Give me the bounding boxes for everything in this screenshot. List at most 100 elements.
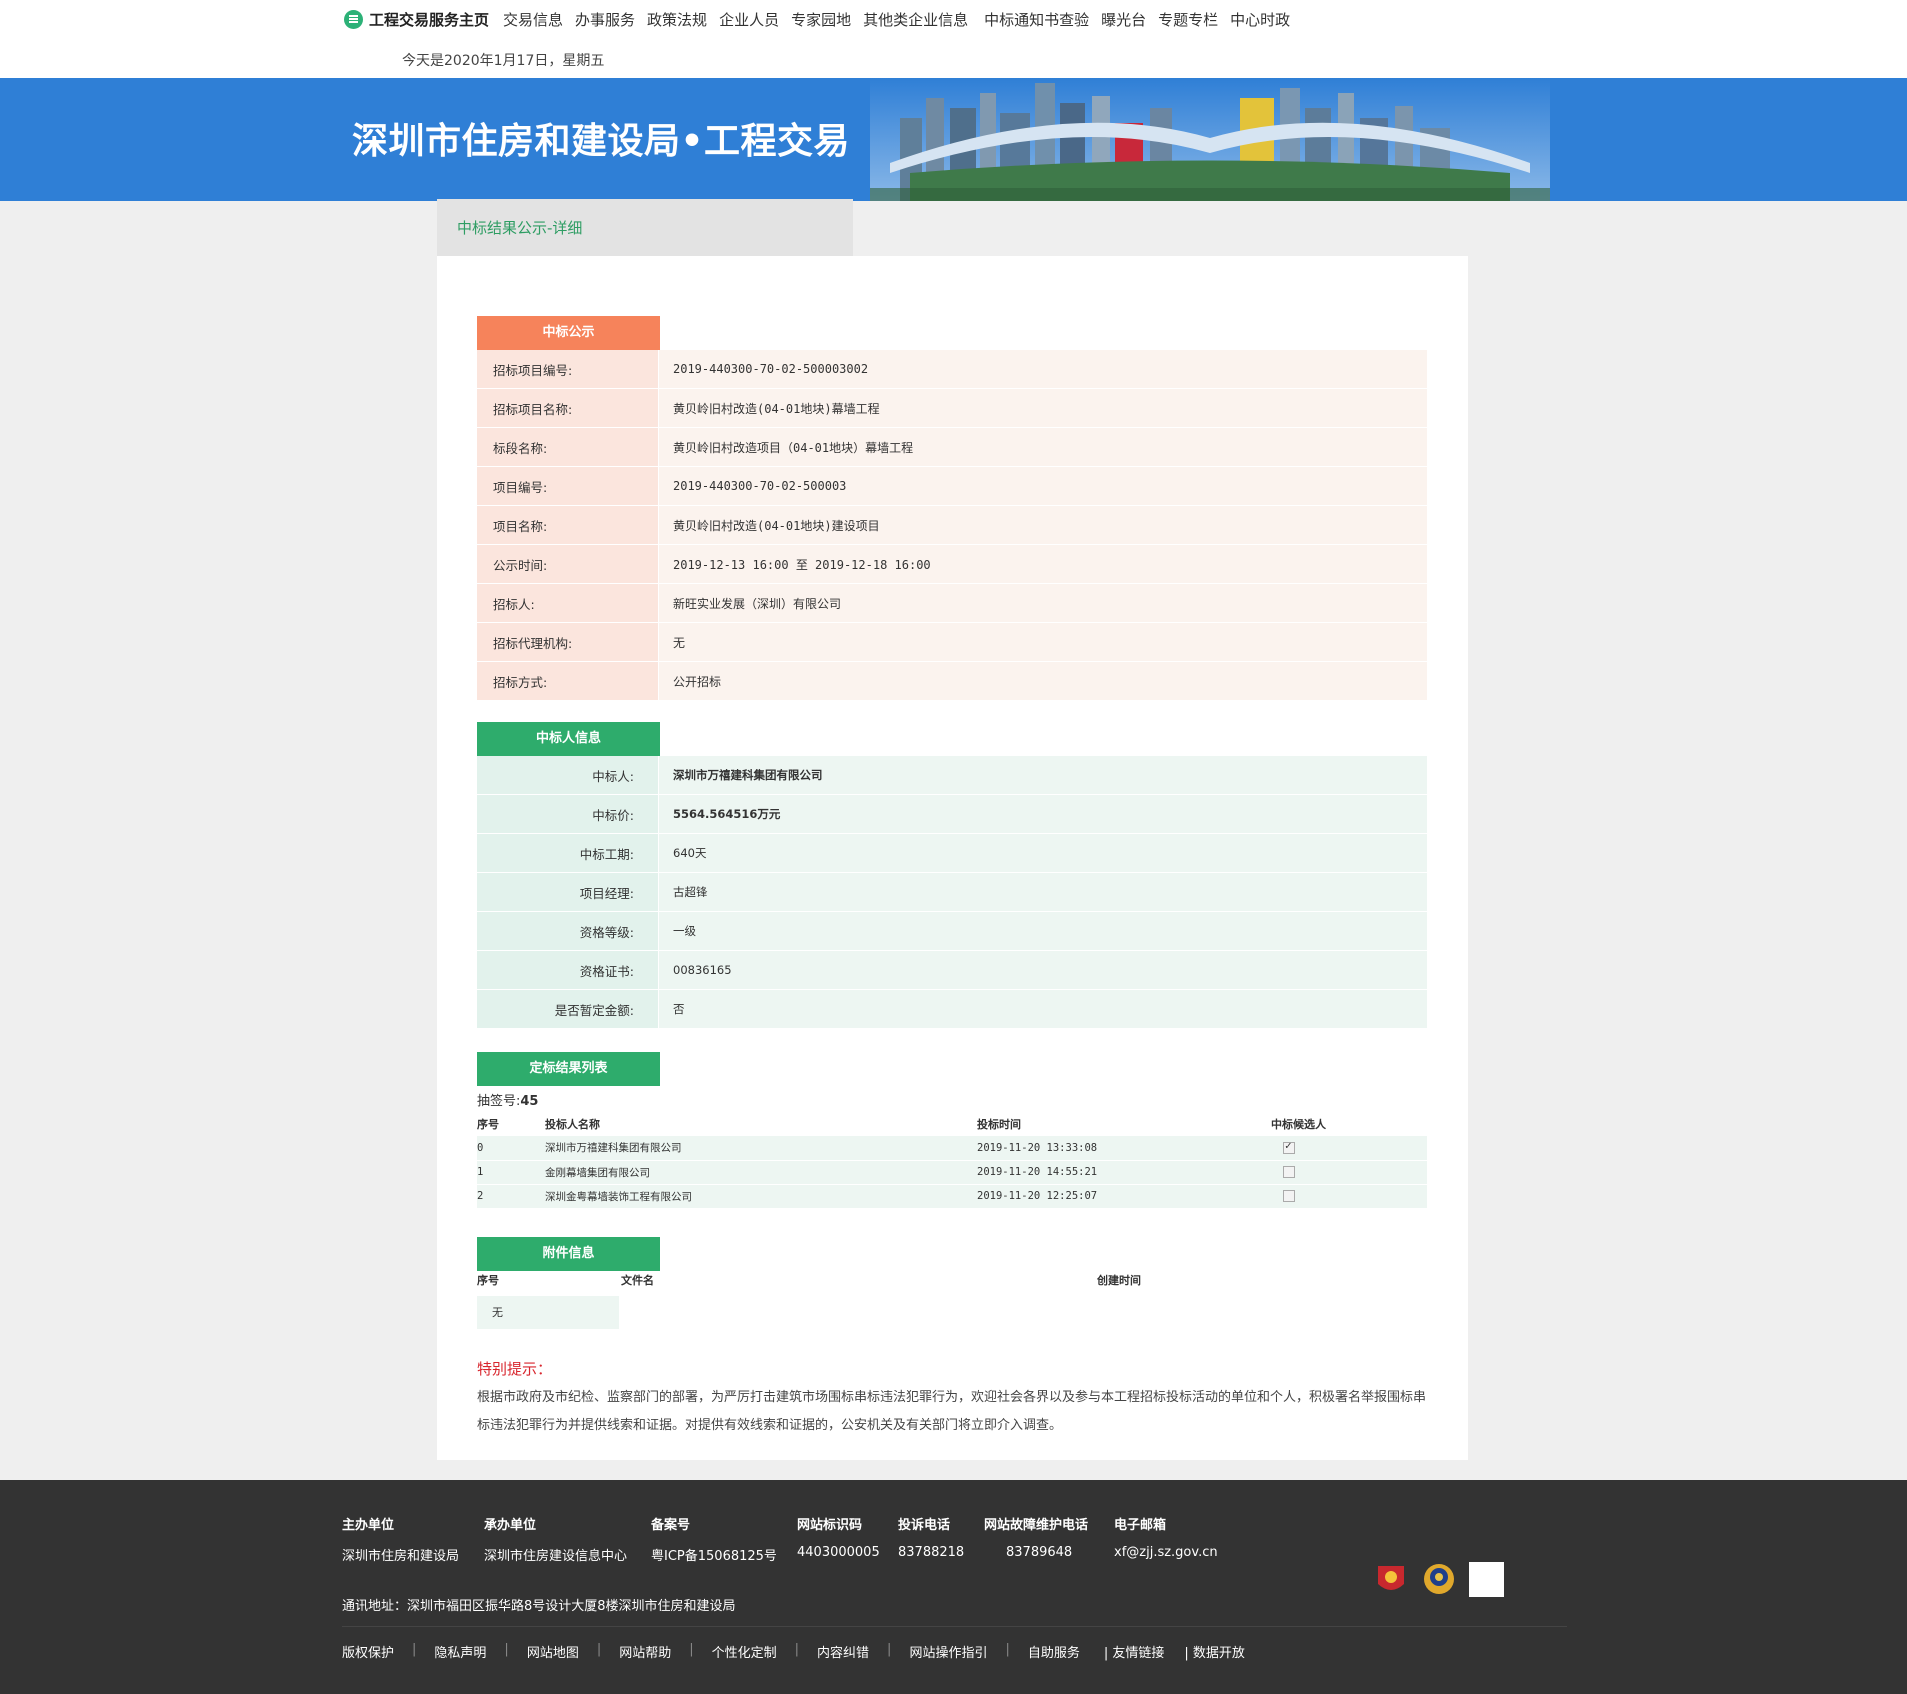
footer-link-open-data[interactable]: | 数据开放 [1184,1642,1245,1661]
field-label: 招标方式: [477,662,659,701]
footer-organizer: 深圳市住房建设信息中心 [484,1549,628,1564]
breadcrumb-tab: 中标结果公示-详细 [437,199,853,256]
nav-link-news[interactable]: 中心时政 [1230,9,1290,30]
footer-sponsor: 深圳市住房和建设局 [342,1549,460,1564]
footer-head-site-id: 网站标识码 [797,1518,863,1533]
gov-site-badge-icon[interactable] [1469,1562,1504,1597]
field-value: 2019-440300-70-02-500003002 [659,350,1427,389]
field-label: 中标人: [477,756,659,795]
section-tab-result-list: 定标结果列表 [477,1052,660,1086]
table-row: 资格证书: 00836165 [477,951,1427,990]
cell-candidate [1271,1184,1427,1209]
footer-link-self-service[interactable]: 自助服务 [1028,1642,1080,1661]
footer-maintenance-phone: 83789648 [1006,1545,1073,1560]
field-value: 640天 [659,834,1427,873]
col-header-bidder: 投标人名称 [545,1118,600,1131]
cell-name: 金刚幕墙集团有限公司 [545,1160,977,1185]
city-skyline-illustration [870,78,1550,201]
footer-head-email: 电子邮箱 [1114,1518,1167,1533]
award-notice-table: 招标项目编号: 2019-440300-70-02-500003002 招标项目名称… [477,350,1427,701]
footer-head-maintenance: 网站故障维护电话 [984,1518,1089,1533]
cell-candidate [1271,1160,1427,1185]
nav-link-experts[interactable]: 专家园地 [791,9,851,30]
field-label: 资格证书: [477,951,659,990]
nav-home-link[interactable]: 工程交易服务主页 [369,9,489,30]
field-value: 深圳市万禧建科集团有限公司 [659,756,1427,795]
lot-label: 抽签号: [477,1094,521,1109]
section-tab-winner-info: 中标人信息 [477,722,660,756]
header-banner: 深圳市住房和建设局•工程交易 [0,78,1907,201]
cell-time: 2019-11-20 14:55:21 [977,1160,1271,1185]
nav-link-notice-check[interactable]: 中标通知书查验 [984,9,1089,30]
footer-link-sitemap[interactable]: 网站地图 [527,1642,579,1661]
field-label: 中标价: [477,795,659,834]
footer-link-customize[interactable]: 个性化定制 [712,1642,777,1661]
footer: 主办单位 深圳市住房和建设局 承办单位 深圳市住房建设信息中心 备案号 粤ICP… [0,1480,1907,1694]
field-label: 项目经理: [477,873,659,912]
menu-icon[interactable] [344,9,363,29]
footer-link-copyright[interactable]: 版权保护 [342,1642,394,1661]
cell-index: 2 [477,1184,545,1209]
footer-site-id: 4403000005 [797,1545,880,1560]
footer-link-help[interactable]: 网站帮助 [619,1642,671,1661]
field-label: 招标代理机构: [477,623,659,662]
field-value: 2019-440300-70-02-500003 [659,467,1427,506]
footer-head-organizer: 承办单位 [484,1518,537,1533]
field-value: 古超锋 [659,873,1427,912]
nav-link-services[interactable]: 办事服务 [575,9,635,30]
cell-name: 深圳金粤幕墙装饰工程有限公司 [545,1184,977,1209]
footer-link-privacy[interactable]: 隐私声明 [434,1642,486,1661]
table-row: 项目经理: 古超锋 [477,873,1427,912]
table-row: 招标人: 新旺实业发展（深圳）有限公司 [477,584,1427,623]
footer-separator: | [504,1642,509,1657]
cell-index: 0 [477,1136,545,1161]
nav-link-policy[interactable]: 政策法规 [647,9,707,30]
table-row: 招标项目名称: 黄贝岭旧村改造(04-01地块)幕墙工程 [477,389,1427,428]
field-label: 招标项目编号: [477,350,659,389]
nav-row: 工程交易服务主页 交易信息 办事服务 政策法规 企业人员 专家园地 其他类企业信… [344,7,1302,31]
table-row: 1 金刚幕墙集团有限公司 2019-11-20 14:55:21 [477,1160,1427,1185]
col-header-bid-time: 投标时间 [977,1118,1021,1131]
attach-col-index: 序号 [477,1274,499,1287]
footer-link-guide[interactable]: 网站操作指引 [909,1642,987,1661]
footer-complaint-phone: 83788218 [898,1545,965,1560]
section-tab-attachments: 附件信息 [477,1237,660,1271]
cell-time: 2019-11-20 13:33:08 [977,1136,1271,1161]
field-value: 黄贝岭旧村改造(04-01地块)幕墙工程 [659,389,1427,428]
footer-link-error-report[interactable]: 内容纠错 [817,1642,869,1661]
footer-separator: | [596,1642,602,1657]
candidate-checkbox[interactable] [1283,1166,1295,1178]
breadcrumb: 中标结果公示-详细 [457,219,583,237]
field-value: 5564.564516万元 [659,795,1427,834]
table-row: 中标价: 5564.564516万元 [477,795,1427,834]
nav-link-topics[interactable]: 专题专栏 [1158,9,1218,30]
table-row: 2 深圳金粤幕墙装饰工程有限公司 2019-11-20 12:25:07 [477,1184,1427,1209]
candidate-checkbox[interactable] [1283,1190,1295,1202]
nav-link-enterprises[interactable]: 企业人员 [719,9,779,30]
field-label: 是否暂定金额: [477,990,659,1029]
footer-email[interactable]: xf@zjj.sz.gov.cn [1114,1545,1218,1560]
party-emblem-icon[interactable] [1376,1562,1406,1596]
footer-separator: | [887,1642,892,1657]
table-row: 项目名称: 黄贝岭旧村改造(04-01地块)建设项目 [477,506,1427,545]
field-value: 无 [659,623,1427,662]
table-row: 资格等级: 一级 [477,912,1427,951]
footer-divider [342,1626,1567,1627]
table-row: 招标代理机构: 无 [477,623,1427,662]
footer-icp[interactable]: 粤ICP备15068125号 [651,1545,777,1564]
nav-link-trade-info[interactable]: 交易信息 [503,9,563,30]
col-header-index: 序号 [477,1118,499,1131]
field-value: 00836165 [659,951,1427,990]
police-badge-icon[interactable] [1422,1562,1456,1596]
nav-link-other-enterprises[interactable]: 其他类企业信息 [863,9,968,30]
lot-value: 45 [520,1094,539,1109]
col-header-candidate: 中标候选人 [1271,1118,1326,1131]
table-row: 是否暂定金额: 否 [477,990,1427,1029]
footer-link-friends[interactable]: | 友情链接 [1104,1642,1165,1661]
nav-link-exposure[interactable]: 曝光台 [1101,9,1146,30]
table-row: 中标人: 深圳市万禧建科集团有限公司 [477,756,1427,795]
site-title: 深圳市住房和建设局•工程交易 [352,121,851,162]
candidate-checkbox[interactable] [1283,1139,1295,1154]
date-text: 今天是2020年1月17日，星期五 [402,53,605,69]
footer-separator: | [689,1642,694,1657]
